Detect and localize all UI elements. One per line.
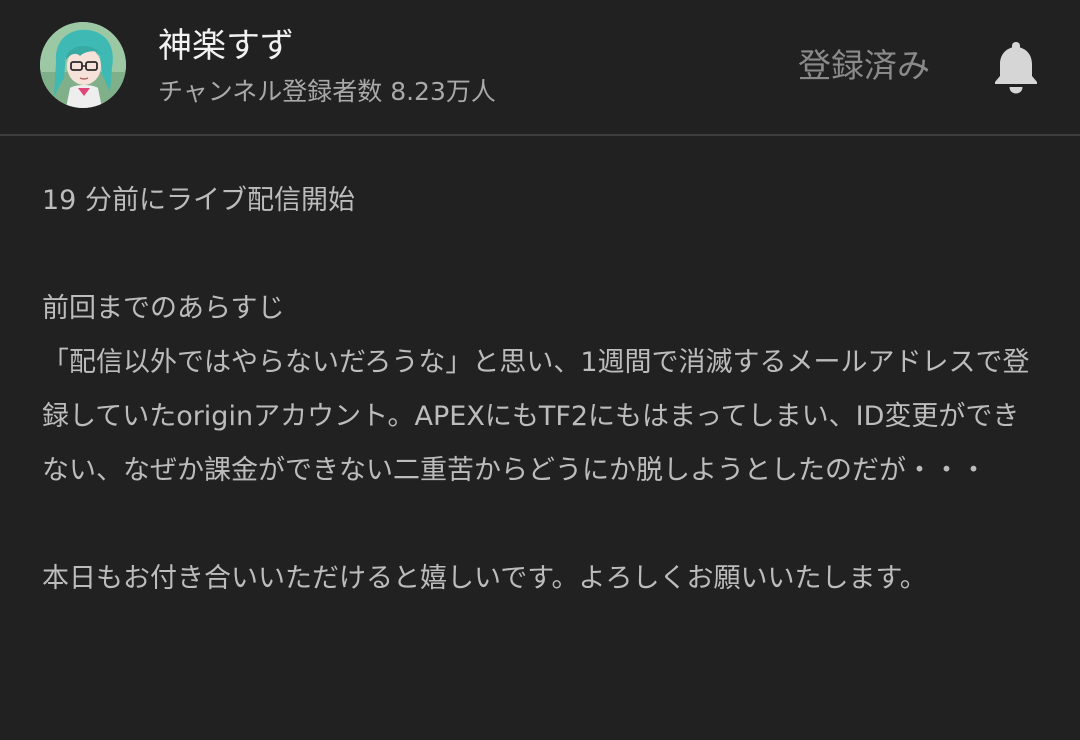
description-recap-heading: 前回までのあらすじ xyxy=(42,293,285,324)
channel-avatar[interactable] xyxy=(40,22,126,108)
description-closing: 本日もお付き合いいただけると嬉しいです。よろしくお願いいたします。 xyxy=(42,563,927,594)
bell-icon xyxy=(995,42,1037,94)
avatar-icon xyxy=(40,22,126,108)
subscribed-button[interactable]: 登録済み xyxy=(786,40,942,92)
description-paragraph: 前回までのあらすじ 「配信以外ではやらないだろうな」と思い、1週間で消滅するメー… xyxy=(42,282,1042,498)
channel-header: 神楽すず チャンネル登録者数 8.23万人 登録済み xyxy=(0,0,1080,136)
description-recap-body: 「配信以外ではやらないだろうな」と思い、1週間で消滅するメールアドレスで登録して… xyxy=(42,347,1030,486)
stream-start-time: 19 分前にライブ配信開始 xyxy=(42,185,355,216)
subscriber-count: チャンネル登録者数 8.23万人 xyxy=(158,77,496,106)
notification-bell-button[interactable] xyxy=(988,36,1044,96)
video-description: 19 分前にライブ配信開始 前回までのあらすじ 「配信以外ではやらないだろうな」… xyxy=(42,178,1042,606)
channel-name[interactable]: 神楽すず xyxy=(158,24,294,68)
